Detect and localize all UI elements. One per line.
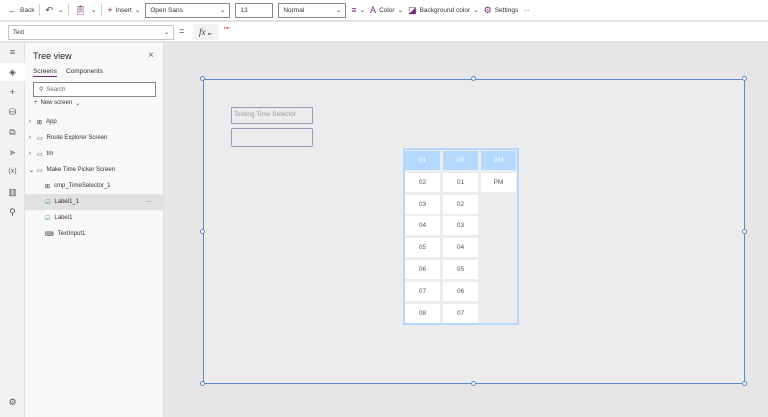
resize-handle[interactable] — [200, 381, 205, 386]
label-icon: ☑ — [45, 199, 51, 206]
font-select[interactable]: Open Sans ⌄ — [145, 2, 231, 18]
formula-bar: Text ⌄ = fx ⌄ "" — [0, 22, 768, 42]
minutes-option[interactable]: 06 — [443, 281, 478, 301]
minutes-option[interactable]: 00 — [443, 151, 478, 170]
textinput-icon: ⌨ — [45, 231, 54, 238]
search-icon[interactable]: ⚲ — [0, 203, 25, 221]
minutes-option[interactable]: 07 — [443, 303, 478, 323]
plus-icon: + — [107, 5, 113, 15]
tree-node-label[interactable]: ☑ Label1 — [25, 210, 164, 226]
screen-icon: ▭ — [37, 151, 43, 158]
chevron-down-icon[interactable]: ⌄ — [58, 6, 63, 14]
insert-button[interactable]: + Insert ⌄ — [107, 5, 140, 15]
tree-node-textinput[interactable]: ⌨ TextInput1 — [25, 226, 164, 242]
tab-components[interactable]: Components — [66, 68, 103, 75]
ampm-option[interactable]: PM — [481, 172, 516, 192]
canvas-screen[interactable]: Testing Time Selector 01 02 03 04 05 06 07 08 00… — [203, 79, 745, 384]
tools-icon[interactable]: ▥ — [0, 183, 25, 201]
align-icon: ≡ — [351, 5, 357, 15]
ampm-option[interactable]: AM — [481, 151, 516, 170]
hours-option[interactable]: 02 — [405, 172, 440, 192]
media-icon[interactable]: ⧉ — [0, 123, 25, 141]
resize-handle[interactable] — [742, 76, 747, 81]
chevron-down-icon: ⌄ — [219, 7, 226, 14]
color-button[interactable]: A Color ⌄ — [370, 5, 403, 15]
minutes-option[interactable]: 05 — [443, 260, 478, 279]
tree-node-component[interactable]: ⊞ cmp_TimeSelector_1 — [25, 178, 164, 194]
plus-icon[interactable]: + — [0, 83, 25, 101]
tree-node-screen[interactable]: › ▭ Route Explorer Screen — [25, 130, 164, 146]
hours-option[interactable]: 04 — [405, 216, 440, 236]
minutes-option[interactable]: 01 — [443, 172, 478, 192]
label-icon: ☑ — [45, 215, 51, 222]
search-icon: ⚲ — [39, 87, 44, 93]
minutes-option[interactable]: 04 — [443, 238, 478, 258]
align-button[interactable]: ≡ ⌄ — [351, 5, 365, 15]
settings-button[interactable]: ⚙ Settings — [484, 5, 519, 16]
search-input[interactable]: ⚲ Search — [33, 82, 156, 97]
label-testing[interactable]: Testing Time Selector — [231, 107, 313, 124]
tab-screens[interactable]: Screens — [33, 68, 57, 77]
tree-view-panel: Tree view × Screens Components ⚲ Search +… — [25, 43, 164, 417]
layers-icon[interactable]: ◈ — [0, 63, 25, 81]
font-color-icon: A — [370, 5, 377, 15]
resize-handle[interactable] — [742, 229, 747, 234]
tree-node-screen[interactable]: ⌄ ▭ Make Time Picker Screen — [25, 162, 164, 178]
app-icon: ⊞ — [37, 119, 43, 126]
resize-handle[interactable] — [471, 76, 476, 81]
resize-handle[interactable] — [471, 381, 476, 386]
divider — [68, 4, 70, 16]
more-button[interactable]: ··· — [523, 7, 530, 14]
resize-handle[interactable] — [200, 229, 205, 234]
more-options-icon[interactable]: ··· — [146, 199, 152, 205]
panel-title: Tree view — [33, 51, 72, 61]
new-screen-button[interactable]: + New screen ⌄ — [34, 100, 80, 107]
chevron-down-icon[interactable]: ⌄ — [91, 6, 96, 14]
settings-icon[interactable]: ⚙ — [0, 393, 25, 411]
hours-option[interactable]: 08 — [405, 303, 440, 323]
back-button[interactable]: ← Back — [8, 5, 34, 15]
hours-option[interactable]: 07 — [405, 281, 440, 301]
divider — [39, 4, 41, 16]
background-color-button[interactable]: ◪ Background color ⌄ — [408, 5, 479, 16]
hours-option[interactable]: 06 — [405, 260, 440, 279]
screen-icon: ▭ — [37, 167, 43, 174]
tree-node-label[interactable]: ☑ Label1_1 ··· — [25, 194, 164, 210]
plus-icon: + — [34, 100, 38, 106]
resize-handle[interactable] — [200, 76, 205, 81]
font-size-input[interactable]: 13 — [235, 2, 274, 18]
hamburger-icon[interactable]: ≡ — [0, 43, 25, 61]
chevron-down-icon: ⌄ — [163, 30, 169, 36]
component-icon: ⊞ — [45, 183, 51, 190]
formula-input[interactable]: "" — [224, 26, 230, 35]
equals-sign: = — [179, 26, 185, 36]
fx-button[interactable]: fx ⌄ — [193, 24, 219, 40]
resize-handle[interactable] — [742, 381, 747, 386]
variables-icon[interactable]: (x) — [0, 163, 25, 181]
gear-icon: ⚙ — [483, 4, 492, 15]
left-rail: ≡ ◈ + ⛁ ⧉ ⪢ (x) ▥ ⚲ ⚙ — [0, 43, 25, 417]
property-select[interactable]: Text ⌄ — [8, 25, 174, 40]
flow-icon[interactable]: ⪢ — [0, 143, 25, 161]
back-arrow-icon: ← — [8, 5, 17, 15]
undo-icon[interactable]: ↶ — [45, 5, 53, 16]
hours-option[interactable]: 05 — [405, 238, 440, 258]
minutes-option[interactable]: 03 — [443, 216, 478, 236]
screen-icon: ▭ — [37, 135, 43, 142]
hours-option[interactable]: 03 — [405, 194, 440, 214]
toolbar: ← Back ↶ ⌄ 📋︎ ⌄ + Insert ⌄ Open Sans ⌄ 13 Nor… — [0, 0, 768, 21]
text-input[interactable] — [231, 128, 313, 147]
fill-icon: ◪ — [408, 4, 417, 15]
tree-node-app[interactable]: › ⊞ App — [25, 114, 164, 130]
close-icon[interactable]: × — [148, 50, 154, 61]
chevron-down-icon: ⌄ — [335, 7, 342, 14]
font-weight-select[interactable]: Normal ⌄ — [278, 2, 347, 18]
tree-node-screen[interactable]: › ▭ tm — [25, 146, 164, 162]
minutes-option[interactable]: 02 — [443, 194, 478, 214]
divider — [101, 4, 103, 16]
hours-option[interactable]: 01 — [405, 151, 440, 170]
paste-icon[interactable]: 📋︎ — [74, 5, 85, 16]
time-selector: 01 02 03 04 05 06 07 08 00 01 02 03 04 05 06 07 AM PM — [403, 148, 519, 325]
database-icon[interactable]: ⛁ — [0, 103, 25, 121]
